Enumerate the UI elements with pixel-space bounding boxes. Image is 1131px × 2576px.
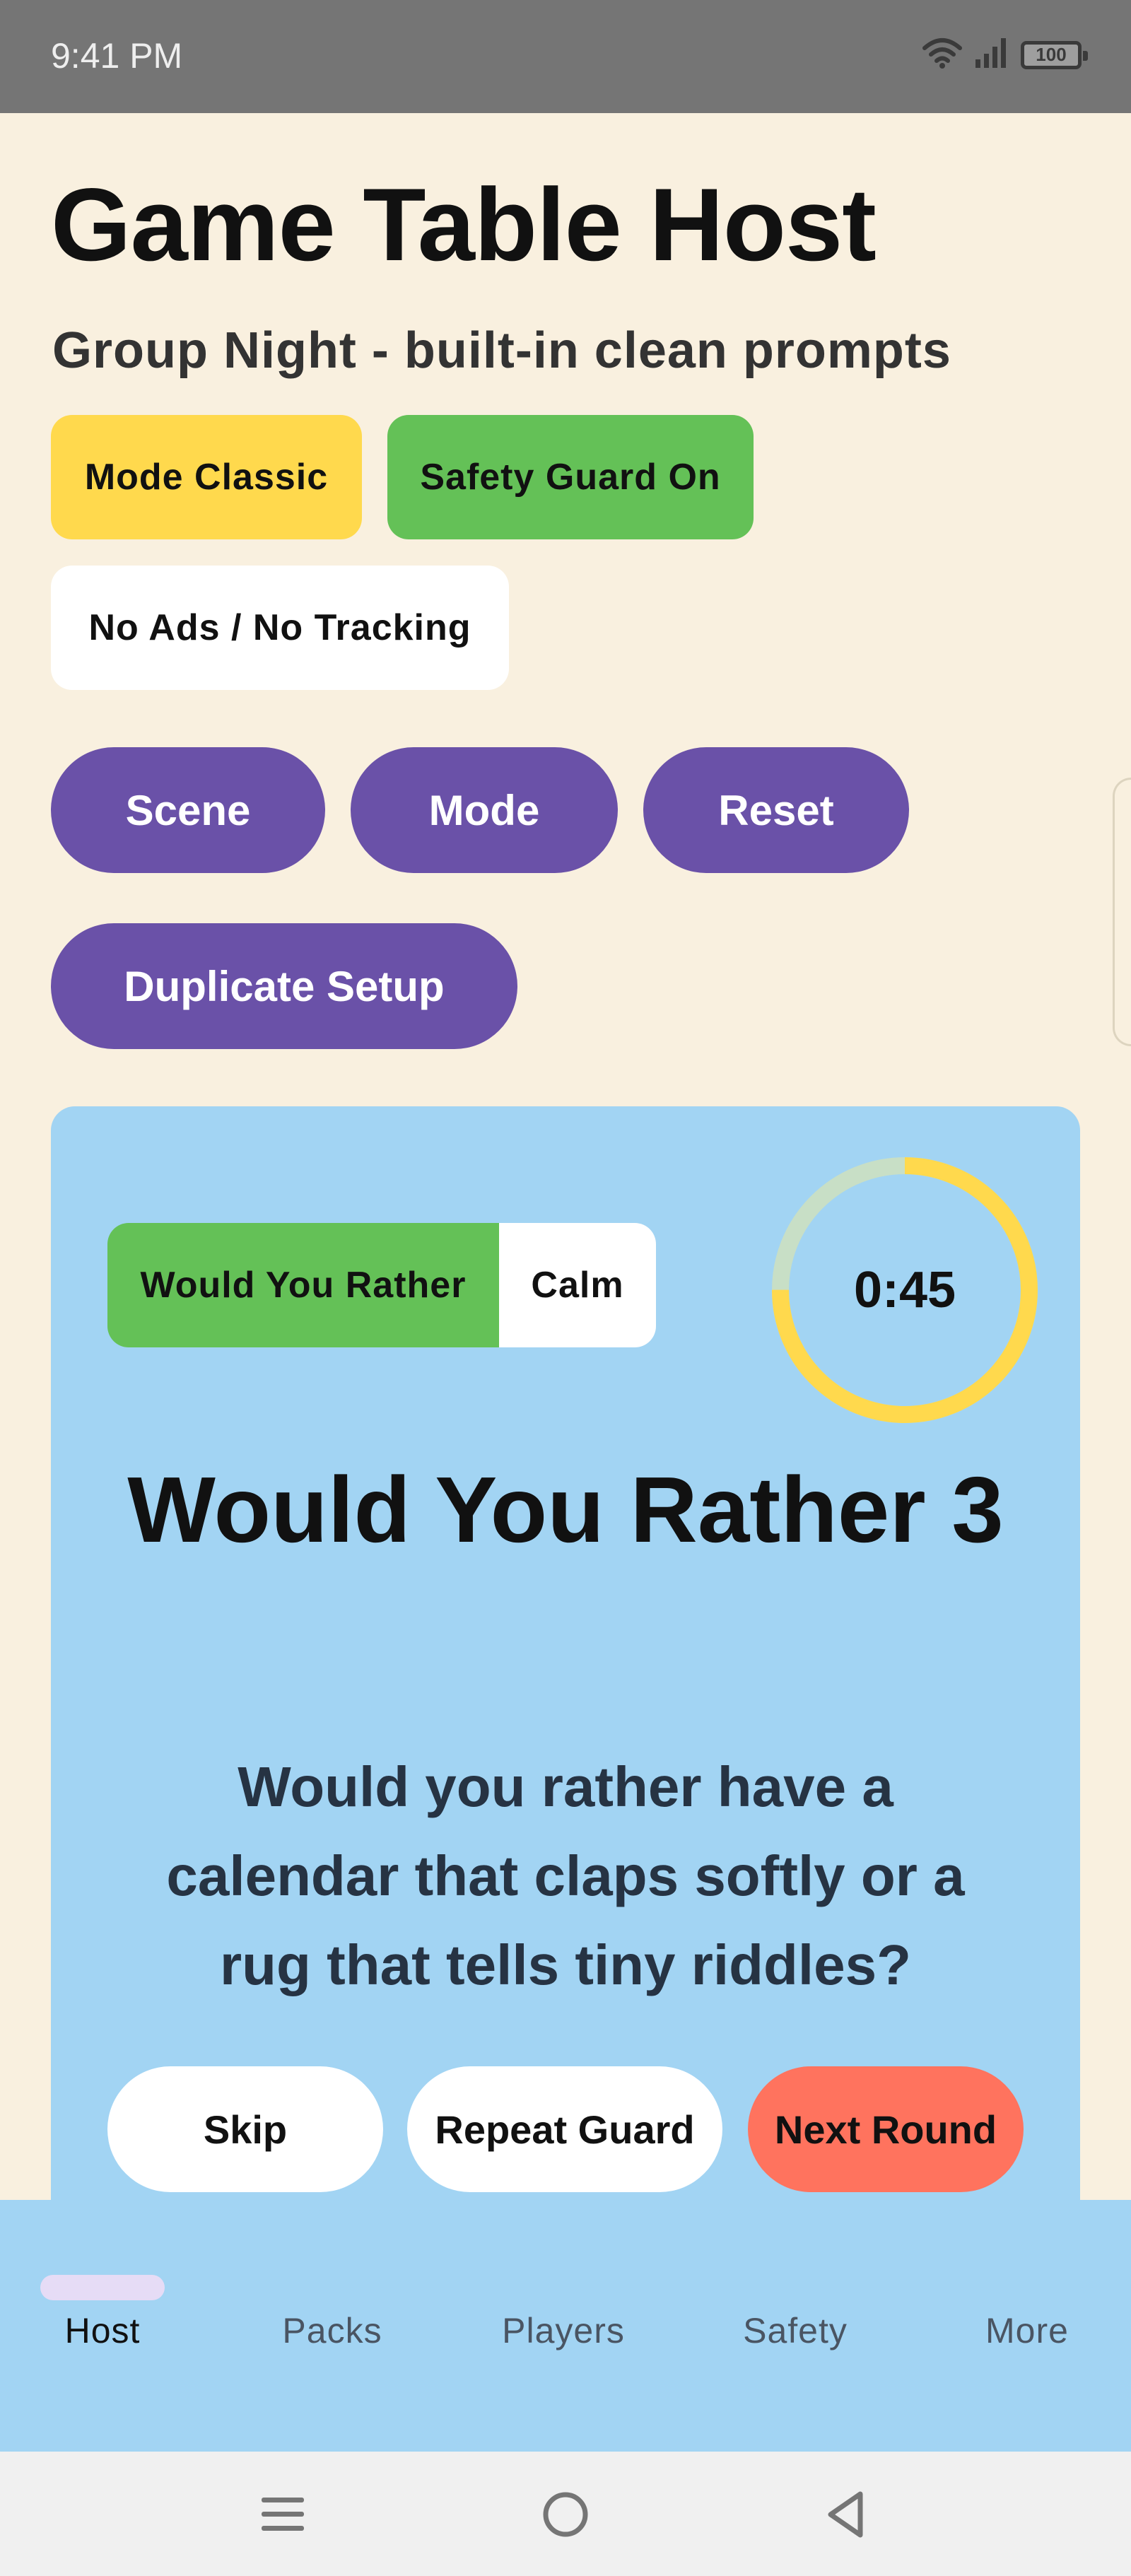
nav-label: More xyxy=(985,2311,1069,2350)
nav-item-packs[interactable]: Packs xyxy=(230,2200,435,2452)
active-indicator xyxy=(40,2275,165,2300)
skip-button[interactable]: Skip xyxy=(107,2066,383,2192)
prompt-card: Would You Rather Calm 0:45 Would You Rat… xyxy=(51,1106,1080,2237)
next-round-button[interactable]: Next Round xyxy=(748,2066,1024,2192)
mode-chip[interactable]: Mode Classic xyxy=(51,415,362,539)
nav-label: Host xyxy=(64,2311,141,2350)
nav-item-more[interactable]: More xyxy=(925,2200,1130,2452)
back-icon[interactable] xyxy=(814,2483,878,2546)
prompt-text: Would you rather have a calendar that cl… xyxy=(166,1755,965,1996)
recents-icon[interactable] xyxy=(251,2483,315,2546)
timer-label: 0:45 xyxy=(853,1262,956,1318)
safety-guard-chip[interactable]: Safety Guard On xyxy=(387,415,754,539)
nav-item-players[interactable]: Players xyxy=(461,2200,666,2452)
nav-label: Packs xyxy=(282,2311,382,2350)
page-subtitle: Group Night - built-in clean prompts xyxy=(52,322,951,379)
scene-button[interactable]: Scene xyxy=(51,747,325,873)
status-icons: 100 xyxy=(922,37,1088,73)
bottom-navigation: Host Packs Players Safety More xyxy=(0,2200,1131,2452)
category-tag: Would You Rather xyxy=(107,1223,499,1347)
nav-label: Players xyxy=(502,2311,625,2350)
signal-icon xyxy=(974,37,1009,73)
repeat-guard-button[interactable]: Repeat Guard xyxy=(407,2066,722,2192)
wifi-icon xyxy=(922,37,963,73)
status-bar: 9:41 PM 100 xyxy=(0,0,1131,113)
mode-button[interactable]: Mode xyxy=(351,747,618,873)
page-title: Game Table Host xyxy=(51,167,877,282)
nav-label: Safety xyxy=(743,2311,848,2350)
privacy-chip: No Ads / No Tracking xyxy=(51,566,509,690)
nav-item-host[interactable]: Host xyxy=(0,2200,205,2452)
status-time: 9:41 PM xyxy=(51,36,183,76)
mood-tag: Calm xyxy=(499,1223,656,1347)
edge-drawer-handle[interactable] xyxy=(1113,778,1131,1046)
duplicate-setup-button[interactable]: Duplicate Setup xyxy=(51,923,517,1049)
reset-button[interactable]: Reset xyxy=(643,747,909,873)
home-icon[interactable] xyxy=(534,2483,597,2546)
system-navigation-bar xyxy=(0,2452,1131,2576)
battery-icon: 100 xyxy=(1021,40,1088,69)
prompt-title: Would You Rather 3 xyxy=(127,1458,1004,1562)
nav-item-safety[interactable]: Safety xyxy=(693,2200,898,2452)
round-timer: 0:45 xyxy=(763,1149,1046,1432)
